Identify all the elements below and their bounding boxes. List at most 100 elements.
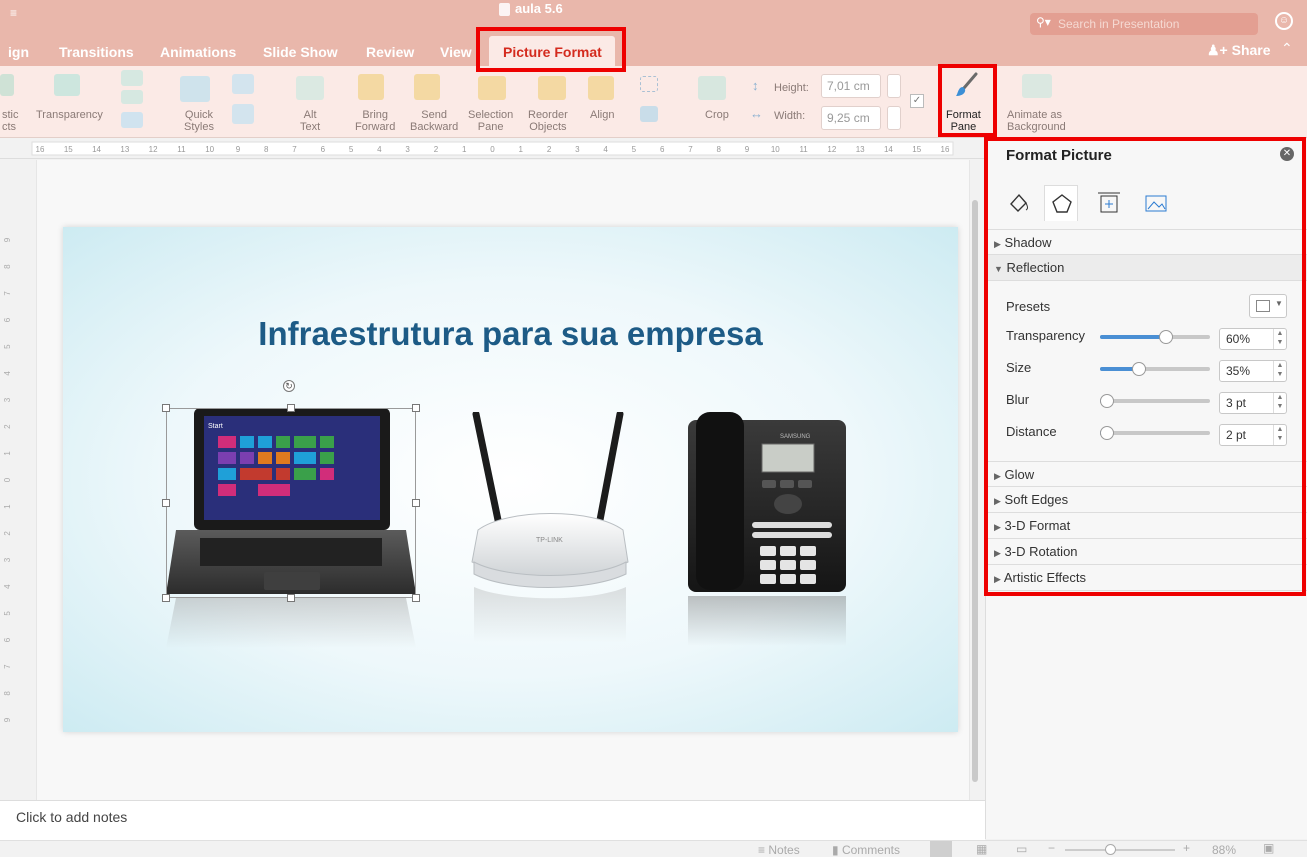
reorder-objects-label[interactable]: Reorder Objects — [528, 109, 568, 133]
comments-toggle[interactable]: ▮ Comments — [832, 843, 900, 857]
share-button[interactable]: ♟+ Share — [1207, 42, 1271, 59]
search-box[interactable]: ⚲▾ Search in Presentation — [1030, 13, 1258, 35]
tab-transitions[interactable]: Transitions — [59, 44, 134, 60]
crop-icon[interactable] — [698, 76, 726, 100]
notes-area[interactable]: Click to add notes — [0, 800, 985, 840]
crop-label[interactable]: Crop — [705, 109, 729, 121]
resize-handle-bottom-right[interactable] — [412, 594, 420, 602]
align-label[interactable]: Align — [590, 109, 614, 121]
artistic-effects-icon[interactable] — [0, 74, 14, 96]
quick-access-menu-icon[interactable]: ≡ — [10, 6, 17, 20]
reflection-transparency-slider[interactable] — [1100, 330, 1210, 344]
size-properties-tab-icon[interactable] — [1096, 190, 1122, 216]
selection-pane-label[interactable]: Selection Pane — [468, 109, 513, 133]
resize-handle-left[interactable] — [162, 499, 170, 507]
rotate-handle-icon[interactable]: ↻ — [283, 380, 295, 392]
alt-text-icon[interactable] — [296, 76, 324, 100]
slider-knob[interactable] — [1100, 394, 1114, 408]
reset-picture-icon[interactable] — [121, 112, 143, 128]
bring-forward-icon[interactable] — [358, 74, 384, 100]
zoom-slider[interactable] — [1065, 844, 1175, 855]
router-image[interactable]: TP-LINK — [468, 410, 633, 652]
slider-knob[interactable] — [1132, 362, 1146, 376]
zoom-slider-knob[interactable] — [1105, 844, 1116, 855]
tab-animations[interactable]: Animations — [160, 44, 236, 60]
resize-handle-top-right[interactable] — [412, 404, 420, 412]
section-3d-rotation[interactable]: ▶ 3-D Rotation — [986, 539, 1307, 565]
reorder-objects-icon[interactable] — [538, 76, 566, 100]
selection-pane-icon[interactable] — [478, 76, 506, 100]
align-icon[interactable] — [588, 76, 614, 100]
stepper-arrows-icon[interactable]: ▲ ▼ — [1273, 329, 1286, 349]
stepper-arrows-icon[interactable]: ▲ ▼ — [1273, 361, 1286, 381]
reflection-distance-input[interactable]: 2 pt ▲ ▼ — [1219, 424, 1287, 446]
transparency-label[interactable]: Transparency — [36, 109, 103, 121]
tab-picture-format[interactable]: Picture Format — [489, 36, 615, 68]
animate-as-background-icon[interactable] — [1022, 74, 1052, 98]
smiley-feedback-icon[interactable]: ☺ — [1275, 12, 1293, 30]
reflection-distance-slider[interactable] — [1100, 426, 1210, 440]
height-input[interactable]: 7,01 cm — [821, 74, 881, 98]
tab-design[interactable]: ign — [8, 44, 29, 60]
height-stepper[interactable] — [887, 74, 901, 98]
section-shadow[interactable]: ▶ Shadow — [986, 229, 1307, 255]
reflection-blur-slider[interactable] — [1100, 394, 1210, 408]
slide[interactable]: Infraestrutura para sua empresa Start ↻ … — [63, 227, 958, 732]
animate-as-background-label[interactable]: Animate as Background — [1007, 109, 1066, 133]
zoom-out-icon[interactable]: − — [1048, 841, 1055, 855]
fit-to-window-icon[interactable]: ▣ — [1263, 841, 1274, 855]
group-icon[interactable] — [640, 76, 658, 92]
ip-phone-image[interactable]: SAMSUNG — [688, 412, 848, 652]
section-3d-format[interactable]: ▶ 3-D Format — [986, 513, 1307, 539]
section-artistic-effects[interactable]: ▶ Artistic Effects — [986, 565, 1307, 591]
send-backward-icon[interactable] — [414, 74, 440, 100]
slide-sorter-icon[interactable]: ▦ — [976, 842, 987, 856]
tab-review[interactable]: Review — [366, 44, 414, 60]
artistic-effects-label[interactable]: stic cts — [2, 109, 19, 133]
notes-placeholder[interactable]: Click to add notes — [16, 809, 127, 825]
reflection-transparency-input[interactable]: 60% ▲ ▼ — [1219, 328, 1287, 350]
reflection-size-slider[interactable] — [1100, 362, 1210, 376]
section-soft-edges[interactable]: ▶ Soft Edges — [986, 487, 1307, 513]
zoom-in-icon[interactable]: + — [1183, 841, 1190, 855]
resize-handle-bottom-left[interactable] — [162, 594, 170, 602]
bring-forward-label[interactable]: Bring Forward — [355, 109, 395, 133]
resize-handle-bottom[interactable] — [287, 594, 295, 602]
section-reflection[interactable]: ▼ Reflection — [986, 255, 1307, 281]
format-pane-button[interactable]: Format Pane — [940, 66, 994, 136]
resize-handle-right[interactable] — [412, 499, 420, 507]
tab-view[interactable]: View — [440, 44, 472, 60]
send-backward-label[interactable]: Send Backward — [410, 109, 458, 133]
compress-pictures-icon[interactable] — [121, 70, 143, 86]
resize-handle-top-left[interactable] — [162, 404, 170, 412]
slide-title[interactable]: Infraestrutura para sua empresa — [63, 315, 958, 353]
picture-tab-icon[interactable] — [1143, 190, 1169, 216]
rotate-icon[interactable] — [640, 106, 658, 122]
picture-border-icon[interactable] — [232, 74, 254, 94]
zoom-level[interactable]: 88% — [1212, 843, 1236, 857]
reading-view-icon[interactable]: ▭ — [1016, 842, 1027, 856]
collapse-ribbon-icon[interactable]: ⌃ — [1281, 40, 1293, 57]
transparency-icon[interactable] — [54, 74, 80, 96]
picture-effects-icon[interactable] — [232, 104, 254, 124]
lock-aspect-checkbox[interactable]: ✓ — [910, 94, 924, 108]
alt-text-label[interactable]: Alt Text — [300, 109, 320, 133]
vertical-scrollbar[interactable] — [972, 200, 978, 782]
reflection-blur-input[interactable]: 3 pt ▲ ▼ — [1219, 392, 1287, 414]
notes-toggle[interactable]: ≡ Notes — [758, 843, 800, 857]
fill-line-tab-icon[interactable] — [1006, 190, 1032, 216]
stepper-arrows-icon[interactable]: ▲ ▼ — [1273, 425, 1286, 445]
quick-styles-label[interactable]: Quick Styles — [184, 109, 214, 133]
presets-dropdown[interactable]: ▼ — [1249, 294, 1287, 318]
width-stepper[interactable] — [887, 106, 901, 130]
section-glow[interactable]: ▶ Glow — [986, 461, 1307, 487]
slider-knob[interactable] — [1159, 330, 1173, 344]
quick-styles-icon[interactable] — [180, 76, 210, 102]
tab-slide-show[interactable]: Slide Show — [263, 44, 338, 60]
normal-view-icon[interactable] — [930, 841, 952, 857]
change-picture-icon[interactable] — [121, 90, 143, 104]
selection-box[interactable] — [166, 408, 416, 598]
resize-handle-top[interactable] — [287, 404, 295, 412]
close-icon[interactable]: ✕ — [1280, 147, 1294, 161]
width-input[interactable]: 9,25 cm — [821, 106, 881, 130]
